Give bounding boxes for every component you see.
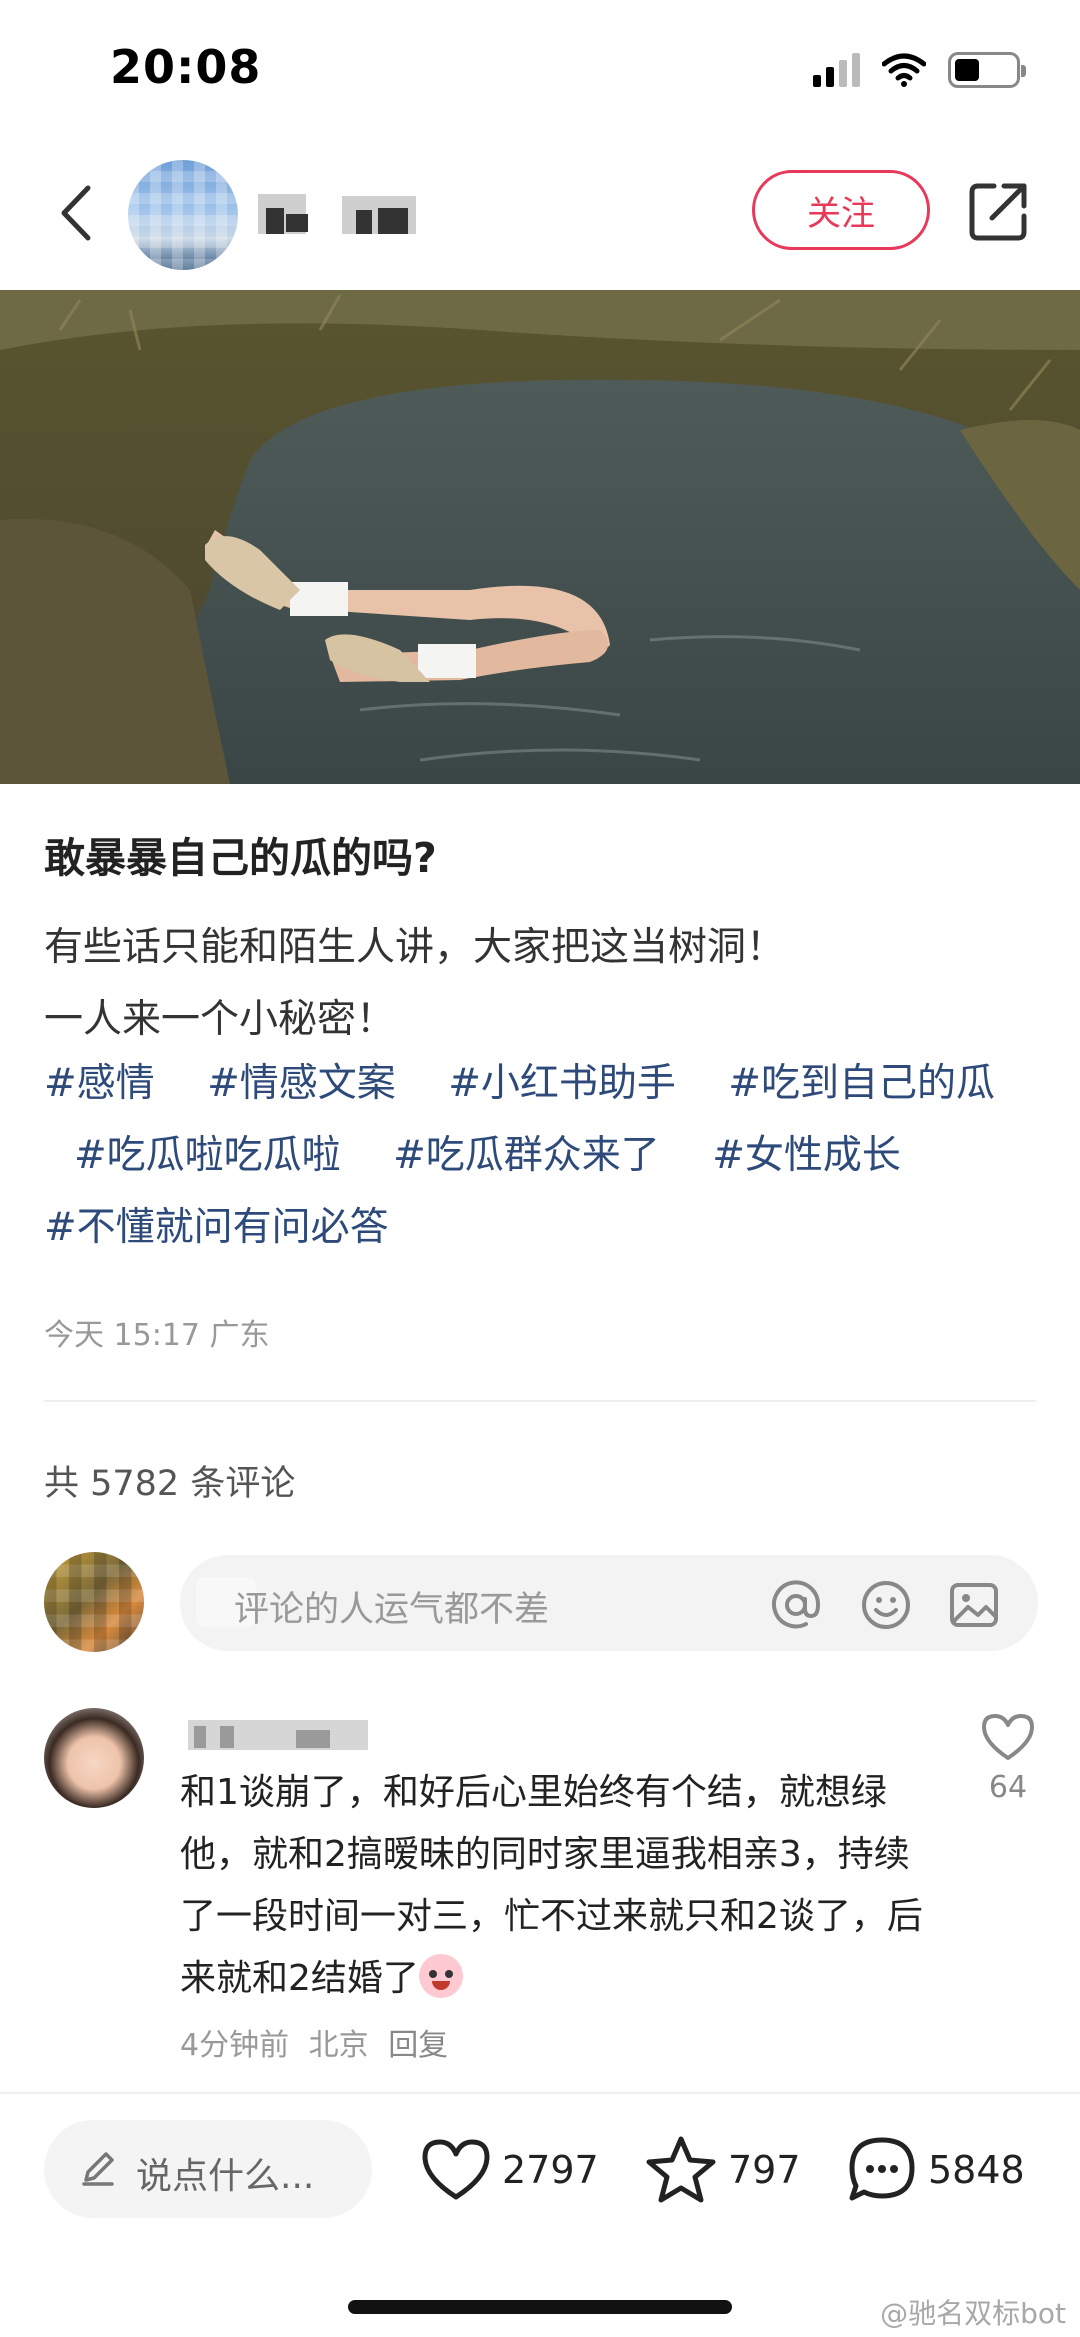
commenter-name-redacted[interactable] bbox=[180, 1712, 380, 1756]
author-name-redacted[interactable] bbox=[256, 190, 446, 240]
tag-link[interactable]: #小红书助手 bbox=[448, 1061, 676, 1106]
bottom-divider bbox=[0, 2092, 1080, 2094]
tag-link[interactable]: #女性成长 bbox=[712, 1133, 901, 1178]
comment-meta: 4分钟前 北京 回复 bbox=[180, 2020, 458, 2064]
home-indicator[interactable] bbox=[348, 2300, 732, 2314]
wifi-icon bbox=[882, 53, 926, 87]
post-body-line: 一人来一个小秘密！ bbox=[44, 997, 396, 1042]
status-icons bbox=[813, 52, 1026, 88]
favorite-button[interactable]: 797 bbox=[644, 2130, 801, 2210]
tag-link[interactable]: #吃瓜啦吃瓜啦 bbox=[74, 1133, 341, 1178]
comment-text-content: 和1谈崩了，和好后心里始终有个结，就想绿他，就和2搞暧昧的同时家里逼我相亲3，持… bbox=[180, 1772, 923, 1999]
comment-button[interactable]: 5848 bbox=[846, 2130, 1025, 2210]
comment-input[interactable]: 评论的人运气都不差 bbox=[180, 1555, 1038, 1651]
comment-total: 5848 bbox=[928, 2148, 1025, 2192]
comment-input-placeholder: 评论的人运气都不差 bbox=[234, 1590, 550, 1630]
post-tags: #感情 #情感文案 #小红书助手 #吃到自己的瓜 #吃瓜啦吃瓜啦 #吃瓜群众来了… bbox=[44, 1048, 1054, 1264]
tag-link[interactable]: #情感文案 bbox=[207, 1061, 396, 1106]
tag-link[interactable]: #不懂就问有问必答 bbox=[44, 1205, 389, 1250]
comment-time: 4分钟前 bbox=[180, 2028, 290, 2063]
pencil-icon bbox=[82, 2152, 114, 2186]
comment-location: 北京 bbox=[308, 2028, 369, 2063]
commenter-avatar[interactable] bbox=[44, 1708, 144, 1808]
divider bbox=[44, 1400, 1036, 1402]
post-title: 敢暴暴自己的瓜的吗? bbox=[44, 834, 437, 882]
chevron-left-icon[interactable] bbox=[48, 178, 108, 248]
tag-link[interactable]: #感情 bbox=[44, 1061, 155, 1106]
post-body: 有些话只能和陌生人讲，大家把这当树洞！ 一人来一个小秘密！ bbox=[44, 912, 1044, 1056]
image-icon[interactable] bbox=[948, 1579, 1000, 1631]
post-meta: 今天 15:17 广东 bbox=[44, 1318, 270, 1353]
comment-like-count: 64 bbox=[988, 1770, 1028, 1805]
crying-emoji-icon bbox=[418, 1954, 463, 1998]
tag-link[interactable]: #吃瓜群众来了 bbox=[393, 1133, 660, 1178]
status-bar: 20:08 bbox=[0, 0, 1080, 140]
say-something-input[interactable]: 说点什么... bbox=[44, 2120, 372, 2218]
post-image[interactable] bbox=[0, 290, 1080, 784]
post-header: 关注 bbox=[0, 150, 1080, 280]
comment-like-icon[interactable] bbox=[980, 1712, 1036, 1762]
signal-icon bbox=[813, 53, 860, 87]
chat-bubble-icon bbox=[849, 2137, 915, 2201]
watermark: @驰名双标bot bbox=[880, 2297, 1066, 2330]
emoji-icon[interactable] bbox=[860, 1579, 912, 1631]
status-time: 20:08 bbox=[110, 40, 262, 94]
share-icon[interactable] bbox=[968, 180, 1030, 242]
reply-link[interactable]: 回复 bbox=[388, 2028, 448, 2063]
star-icon bbox=[646, 2136, 716, 2203]
comment-count: 共 5782 条评论 bbox=[44, 1464, 296, 1504]
comment-text: 和1谈崩了，和好后心里始终有个结，就想绿他，就和2搞暧昧的同时家里逼我相亲3，持… bbox=[180, 1762, 940, 2010]
heart-icon bbox=[422, 2139, 490, 2200]
follow-button[interactable]: 关注 bbox=[752, 170, 930, 250]
author-avatar[interactable] bbox=[128, 160, 238, 270]
at-icon[interactable] bbox=[770, 1579, 822, 1631]
post-body-line: 有些话只能和陌生人讲，大家把这当树洞！ bbox=[44, 925, 786, 970]
my-avatar bbox=[44, 1552, 144, 1652]
say-something-placeholder: 说点什么... bbox=[136, 2156, 315, 2197]
like-count: 2797 bbox=[502, 2148, 599, 2192]
tag-link[interactable]: #吃到自己的瓜 bbox=[728, 1061, 995, 1106]
favorite-count: 797 bbox=[728, 2148, 801, 2192]
battery-icon bbox=[948, 52, 1026, 88]
like-button[interactable]: 2797 bbox=[420, 2130, 599, 2210]
